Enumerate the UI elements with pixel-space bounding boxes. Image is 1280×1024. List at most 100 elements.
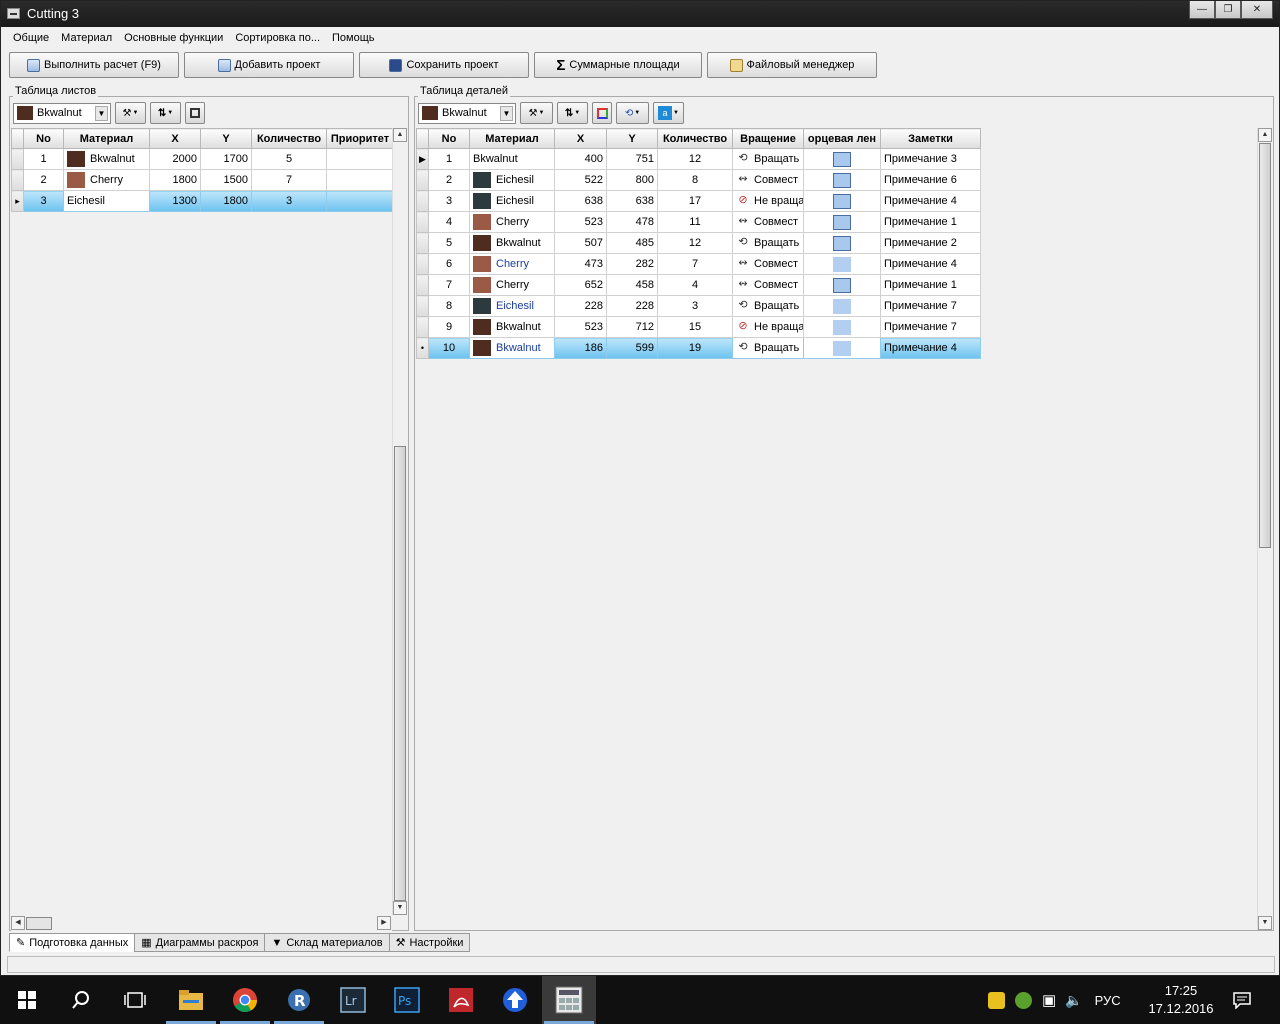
cell-quantity[interactable]: 17 <box>657 190 733 212</box>
cell-rotation[interactable]: ↭ Совмест <box>732 253 804 275</box>
chevron-down-icon[interactable]: ▼ <box>95 105 108 121</box>
cell-x[interactable]: 228 <box>554 295 607 317</box>
cell-priority[interactable] <box>326 190 394 212</box>
cell-edge-band[interactable] <box>803 169 881 191</box>
table-row[interactable]: 8 Eichesil 228 228 3 ⟲ Вращать Примечание 7 <box>416 295 981 317</box>
sheets-vertical-scrollbar[interactable]: ▲ ▼ <box>392 128 407 915</box>
table-row[interactable]: 2 Cherry 1800 1500 7 <box>11 169 394 191</box>
tab-settings[interactable]: ⚒ Настройки <box>388 933 471 952</box>
row-selector[interactable] <box>416 274 429 296</box>
cell-notes[interactable]: Примечание 4 <box>880 190 981 212</box>
taskbar-file-explorer[interactable] <box>164 976 218 1024</box>
input-language[interactable]: РУС <box>1095 993 1121 1008</box>
cell-rotation[interactable]: ⟲ Вращать <box>732 148 804 170</box>
taskbar-lightroom[interactable]: Lr <box>326 976 380 1024</box>
taskbar-acrobat[interactable] <box>434 976 488 1024</box>
cell-quantity[interactable]: 19 <box>657 337 733 359</box>
cell-no[interactable]: 6 <box>428 253 470 275</box>
cell-x[interactable]: 473 <box>554 253 607 275</box>
scroll-thumb[interactable] <box>1259 143 1271 548</box>
cell-quantity[interactable]: 7 <box>657 253 733 275</box>
tray-app-icon[interactable] <box>988 991 1005 1009</box>
cell-x[interactable]: 523 <box>554 316 607 338</box>
table-row[interactable]: 6 Cherry 473 282 7 ↭ Совмест Примечание 4 <box>416 253 981 275</box>
cell-x[interactable]: 638 <box>554 190 607 212</box>
cell-y[interactable]: 1500 <box>200 169 252 191</box>
column-header-priority[interactable]: Приоритет <box>326 128 394 149</box>
row-selector[interactable] <box>416 211 429 233</box>
cell-material[interactable]: Cherry <box>469 274 555 296</box>
cell-quantity[interactable]: 8 <box>657 169 733 191</box>
window-menu-icon[interactable] <box>7 8 20 19</box>
cell-notes[interactable]: Примечание 4 <box>880 337 981 359</box>
column-header-x[interactable]: X <box>554 128 607 149</box>
cell-quantity[interactable]: 7 <box>251 169 327 191</box>
menu-help[interactable]: Помощь <box>326 28 381 49</box>
cell-quantity[interactable]: 11 <box>657 211 733 233</box>
cell-x[interactable]: 507 <box>554 232 607 254</box>
cell-rotation[interactable]: ↭ Совмест <box>732 274 804 296</box>
cell-y[interactable]: 1800 <box>200 190 252 212</box>
cell-x[interactable]: 522 <box>554 169 607 191</box>
column-header-notes[interactable]: Заметки <box>880 128 981 149</box>
scroll-right-icon[interactable]: ▶ <box>377 916 391 930</box>
cell-priority[interactable] <box>326 148 394 170</box>
column-header-edge-band[interactable]: орцевая лен <box>803 128 881 149</box>
task-view-button[interactable] <box>108 976 162 1024</box>
cell-no[interactable]: 7 <box>428 274 470 296</box>
row-selector[interactable] <box>416 232 429 254</box>
parts-tools-button[interactable]: ⚒ ▼ <box>520 102 553 124</box>
cell-notes[interactable]: Примечание 2 <box>880 232 981 254</box>
table-row[interactable]: 4 Cherry 523 478 11 ↭ Совмест Примечание 1 <box>416 211 981 233</box>
cell-y[interactable]: 458 <box>606 274 658 296</box>
cell-edge-band[interactable] <box>803 211 881 233</box>
cell-no[interactable]: 9 <box>428 316 470 338</box>
cell-material[interactable]: Cherry <box>63 169 150 191</box>
row-selector[interactable] <box>11 169 24 191</box>
maximize-button[interactable]: ❐ <box>1215 1 1241 19</box>
cell-quantity[interactable]: 12 <box>657 232 733 254</box>
scroll-down-icon[interactable]: ▼ <box>1258 916 1272 930</box>
cell-rotation[interactable]: ⟲ Вращать <box>732 337 804 359</box>
chevron-down-icon[interactable]: ▼ <box>500 105 513 121</box>
table-row[interactable]: 9 Bkwalnut 523 712 15 ⊘ Не враща Примечание 7 <box>416 316 981 338</box>
notifications-button[interactable] <box>1220 976 1264 1024</box>
cell-rotation[interactable]: ↭ Совмест <box>732 211 804 233</box>
parts-vertical-scrollbar[interactable]: ▲ ▼ <box>1257 128 1272 930</box>
parts-sort-button[interactable]: ⇅ ▼ <box>557 102 588 124</box>
cell-notes[interactable]: Примечание 7 <box>880 316 981 338</box>
cell-y[interactable]: 751 <box>606 148 658 170</box>
column-header-material[interactable]: Материал <box>63 128 150 149</box>
network-icon[interactable]: ▣ <box>1042 991 1056 1009</box>
parts-rotation-button[interactable]: ⟲ ▼ <box>616 102 649 124</box>
column-header-material[interactable]: Материал <box>469 128 555 149</box>
scroll-up-icon[interactable]: ▲ <box>1258 128 1272 142</box>
title-bar[interactable]: Cutting 3 — ❐ ✕ <box>1 1 1279 27</box>
cell-no[interactable]: 3 <box>23 190 64 212</box>
row-selector[interactable] <box>416 169 429 191</box>
cell-no[interactable]: 1 <box>23 148 64 170</box>
cell-notes[interactable]: Примечание 3 <box>880 148 981 170</box>
sheets-tools-button[interactable]: ⚒ ▼ <box>115 102 146 124</box>
taskbar-cutting[interactable] <box>542 976 596 1024</box>
cell-y[interactable]: 282 <box>606 253 658 275</box>
row-selector[interactable] <box>416 190 429 212</box>
table-row-selected[interactable]: ▸ 3 Eichesil 1300 1800 3 <box>11 190 394 212</box>
table-row[interactable]: 7 Cherry 652 458 4 ↭ Совмест Примечание 1 <box>416 274 981 296</box>
sheets-sort-button[interactable]: ⇅ ▼ <box>150 102 181 124</box>
sheets-material-combo[interactable]: Bkwalnut ▼ <box>13 102 111 124</box>
row-selector[interactable] <box>416 253 429 275</box>
column-header-x[interactable]: X <box>149 128 201 149</box>
menu-general[interactable]: Общие <box>7 28 55 49</box>
cell-edge-band[interactable] <box>803 190 881 212</box>
save-project-button[interactable]: Сохранить проект <box>359 52 529 78</box>
cell-rotation[interactable]: ↭ Совмест <box>732 169 804 191</box>
cell-no[interactable]: 5 <box>428 232 470 254</box>
sheets-horizontal-scrollbar[interactable]: ◀ ▶ <box>11 916 392 931</box>
cell-rotation[interactable]: ⟲ Вращать <box>732 295 804 317</box>
cell-y[interactable]: 485 <box>606 232 658 254</box>
parts-notes-button[interactable]: a ▼ <box>653 102 684 124</box>
parts-edge-color-button[interactable] <box>592 102 612 124</box>
cell-edge-band[interactable] <box>803 337 881 359</box>
search-button[interactable] <box>54 976 108 1024</box>
